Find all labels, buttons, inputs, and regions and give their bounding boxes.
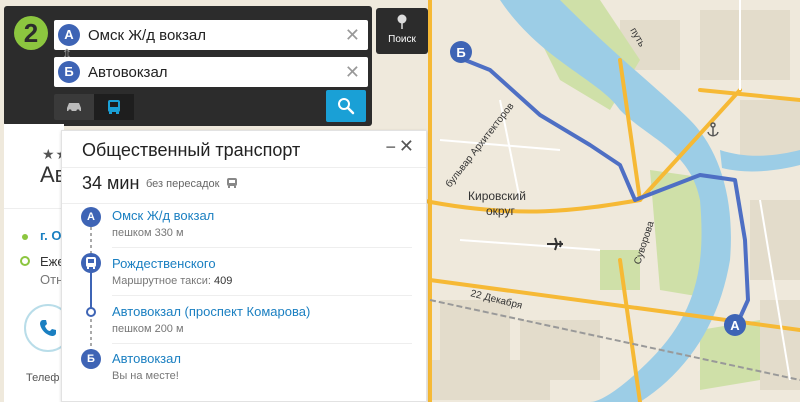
phone-icon (40, 320, 56, 336)
point-a-icon: А (81, 207, 101, 227)
bus-icon (108, 100, 120, 114)
step-subtitle: Маршрутное такси: 409 (112, 275, 232, 287)
card-title: Общественный транспорт (82, 140, 301, 160)
bus-icon (227, 178, 237, 188)
step-title[interactable]: Автовокзал (проспект Комарова) (112, 304, 310, 319)
divider (112, 295, 412, 296)
place-city-link[interactable]: г. О (40, 228, 61, 243)
car-icon (67, 103, 81, 113)
route-number: 409 (213, 275, 233, 287)
map-label-district-2: округ (486, 204, 515, 218)
step-subtitle: Вы на месте! (112, 370, 179, 382)
transfer-point-icon (86, 307, 96, 317)
route-to-input[interactable]: Автовокзал (88, 64, 168, 81)
divider (4, 208, 64, 209)
transport-mode-toggle (54, 94, 134, 120)
route-search-button[interactable] (326, 90, 366, 122)
clear-from-icon[interactable]: ✕ (345, 25, 360, 46)
divider (62, 167, 426, 168)
step-title[interactable]: Омск Ж/д вокзал (112, 208, 214, 223)
route-from-field[interactable]: А Омск Ж/д вокзал ✕ (54, 20, 368, 50)
places-search-button[interactable]: Поиск (376, 8, 428, 54)
places-search-label: Поиск (388, 34, 416, 45)
close-button[interactable]: ✕ (399, 136, 414, 157)
phone-label: Телеф (26, 372, 60, 384)
step-title[interactable]: Автовокзал (112, 351, 181, 366)
step-subtitle: пешком 330 м (112, 227, 184, 239)
pushpin-icon (397, 14, 407, 29)
public-transport-route-card: Общественный транспорт − ✕ 34 мин без пе… (61, 130, 427, 402)
route-search-panel: 2 А Омск Ж/д вокзал ✕ ⇕ Б Автовокзал ✕ (4, 6, 372, 126)
point-b-icon: Б (58, 61, 80, 83)
clear-to-icon[interactable]: ✕ (345, 62, 360, 83)
route-from-input[interactable]: Омск Ж/д вокзал (88, 27, 206, 44)
clock-icon (20, 256, 30, 266)
route-to-field[interactable]: Б Автовокзал ✕ (54, 57, 368, 87)
location-icon (22, 234, 28, 240)
step-title[interactable]: Рождественского (112, 256, 216, 271)
map-label-district: Кировский (468, 189, 526, 203)
route-duration: 34 мин (82, 173, 140, 193)
route-transfers: без пересадок (146, 178, 220, 190)
magnifier-icon (338, 98, 355, 115)
map-pin-start[interactable]: А (724, 314, 746, 336)
car-mode-button[interactable] (54, 94, 94, 120)
place-info-card: ★★ Ав г. О Еже Отн Телеф (4, 124, 72, 402)
2gis-logo[interactable]: 2 (14, 16, 48, 50)
map-pin-end[interactable]: Б (450, 41, 472, 63)
minimize-button[interactable]: − (385, 137, 396, 158)
point-a-icon: А (58, 24, 80, 46)
point-b-icon: Б (81, 349, 101, 369)
divider (112, 343, 412, 344)
divider (62, 203, 426, 204)
public-transport-mode-button[interactable] (94, 94, 134, 120)
bus-stop-icon (81, 253, 101, 273)
transit-type-label: Маршрутное такси: (112, 275, 211, 287)
svg-text:Б: Б (456, 45, 465, 60)
svg-text:А: А (730, 318, 740, 333)
step-subtitle: пешком 200 м (112, 323, 184, 335)
divider (112, 247, 412, 248)
working-hours-note: Отн (40, 272, 64, 287)
